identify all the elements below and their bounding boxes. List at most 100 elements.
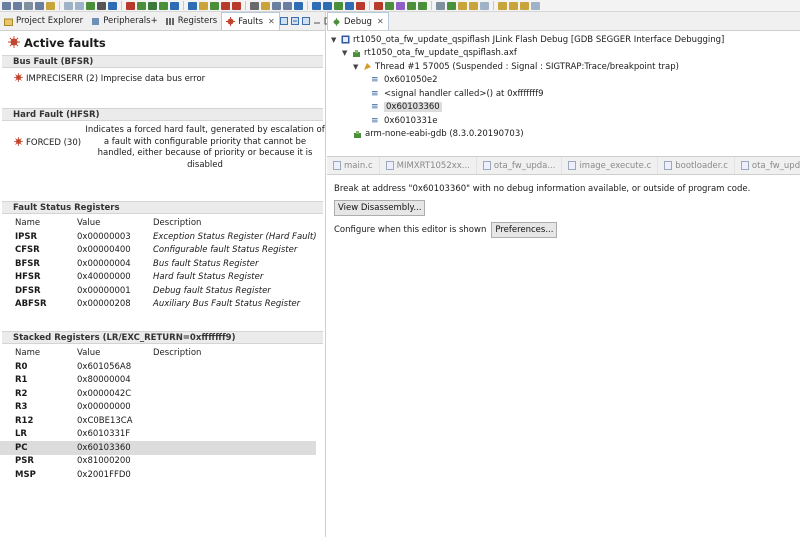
toolbar-icon[interactable] <box>250 1 259 10</box>
register-name: R2 <box>15 388 28 399</box>
preferences-button[interactable]: Preferences... <box>491 222 558 238</box>
toolbar-icon[interactable] <box>272 1 281 10</box>
toolbar-icon[interactable] <box>35 1 44 10</box>
toolbar-icon[interactable] <box>345 1 354 10</box>
close-tab-icon[interactable]: ✕ <box>268 17 275 26</box>
toolbar-icon[interactable] <box>159 1 168 10</box>
minimize-icon[interactable] <box>313 17 321 25</box>
table-row[interactable]: BFSR 0x00000004 Bus fault Status Register <box>0 257 318 271</box>
toolbar-icon[interactable] <box>520 1 529 10</box>
layout-icon[interactable] <box>279 17 288 25</box>
toolbar-icon[interactable] <box>261 1 270 10</box>
faults-panel: Project Explorer Peripherals+ Registers … <box>0 12 332 537</box>
table-row[interactable]: R2 0x0000042C <box>0 387 316 401</box>
register-value: 0x00000001 <box>77 285 131 296</box>
tree-stack-frame[interactable]: ≡ <signal handler called>() at 0xfffffff9 <box>327 87 800 101</box>
toolbar-icon[interactable] <box>210 1 219 10</box>
editor-tab[interactable]: ota_fw_upda... <box>477 157 563 174</box>
toolbar-icon[interactable] <box>294 1 303 10</box>
register-name: R1 <box>15 375 28 386</box>
toolbar-icon[interactable] <box>64 1 73 10</box>
toolbar-icon[interactable] <box>312 1 321 10</box>
toolbar-icon[interactable] <box>13 1 22 10</box>
toolbar-icon[interactable] <box>531 1 540 10</box>
toolbar-icon[interactable] <box>137 1 146 10</box>
toolbar-icon[interactable] <box>221 1 230 10</box>
toolbar-icon[interactable] <box>108 1 117 10</box>
table-row[interactable]: MSP 0x2001FFD0 <box>0 468 316 482</box>
toolbar-icon[interactable] <box>170 1 179 10</box>
toolbar-icon[interactable] <box>498 1 507 10</box>
toolbar-icon[interactable] <box>396 1 405 10</box>
table-row[interactable]: ABFSR 0x00000208 Auxiliary Bus Fault Statu… <box>0 298 318 312</box>
table-row[interactable]: IPSR 0x00000003 Exception Status Register … <box>0 230 318 244</box>
expand-icon[interactable]: ▼ <box>331 36 338 44</box>
toolbar-icon[interactable] <box>447 1 456 10</box>
table-row[interactable]: R3 0x00000000 <box>0 401 316 415</box>
tab-faults[interactable]: Faults ✕ <box>221 12 280 30</box>
toolbar-separator <box>183 1 184 10</box>
toolbar-icon[interactable] <box>188 1 197 10</box>
table-row[interactable]: LR 0x6010331F <box>0 428 316 442</box>
tree-stack-frame[interactable]: ≡ 0x6010331e <box>327 114 800 128</box>
table-row[interactable]: PSR 0x81000200 <box>0 455 316 469</box>
toolbar-icon[interactable] <box>24 1 33 10</box>
toolbar-icon[interactable] <box>509 1 518 10</box>
table-row[interactable]: R0 0x601056A8 <box>0 360 316 374</box>
tab-debug[interactable]: Debug ✕ <box>327 12 389 30</box>
toolbar-icon[interactable] <box>356 1 365 10</box>
toolbar-icon[interactable] <box>199 1 208 10</box>
toolbar-icon[interactable] <box>480 1 489 10</box>
toolbar-icon[interactable] <box>86 1 95 10</box>
tree-stack-frame[interactable]: ≡ 0x60103360 <box>327 101 800 115</box>
close-tab-icon[interactable]: ✕ <box>377 17 384 26</box>
toolbar-icon[interactable] <box>407 1 416 10</box>
refresh-icon[interactable] <box>301 17 310 25</box>
toolbar-icon[interactable] <box>385 1 394 10</box>
table-row[interactable]: R1 0x80000004 <box>0 374 316 388</box>
editor-tab[interactable]: bootloader.c <box>658 157 735 174</box>
tree-launch[interactable]: ▼ rt1050_ota_fw_update_qspiflash JLink F… <box>327 33 800 47</box>
tree-stack-frame[interactable]: ≡ 0x601050e2 <box>327 74 800 88</box>
collapse-icon[interactable] <box>290 17 299 25</box>
toolbar-icon[interactable] <box>232 1 241 10</box>
toolbar-icon[interactable] <box>2 1 11 10</box>
toolbar-icon[interactable] <box>374 1 383 10</box>
toolbar-icon[interactable] <box>97 1 106 10</box>
table-row[interactable]: R12 0xC0BE13CA <box>0 414 316 428</box>
tree-elf[interactable]: ▼ rt1050_ota_fw_update_qspiflash.axf <box>327 47 800 61</box>
editor-tab[interactable]: ota_fw_upda... <box>735 157 800 174</box>
toolbar-icon[interactable] <box>126 1 135 10</box>
table-row[interactable]: HFSR 0x40000000 Hard fault Status Register <box>0 271 318 285</box>
bus-fault-text: IMPRECISERR (2) Imprecise data bus error <box>26 74 206 84</box>
toolbar-icon[interactable] <box>323 1 332 10</box>
register-name: BFSR <box>15 258 40 269</box>
editor-tab[interactable]: image_execute.c <box>562 157 659 174</box>
toolbar-icon[interactable] <box>458 1 467 10</box>
table-row[interactable]: PC 0x60103360 <box>0 441 316 455</box>
toolbar-icon[interactable] <box>283 1 292 10</box>
view-disassembly-button[interactable]: View Disassembly... <box>334 200 426 216</box>
tree-gdb[interactable]: arm-none-eabi-gdb (8.3.0.20190703) <box>327 128 800 142</box>
editor-tab-label: bootloader.c <box>675 160 728 171</box>
debug-tree: ▼ rt1050_ota_fw_update_qspiflash JLink F… <box>327 31 800 141</box>
expand-icon[interactable]: ▼ <box>342 49 349 57</box>
toolbar-icon[interactable] <box>334 1 343 10</box>
tab-registers[interactable]: Registers <box>162 12 221 30</box>
editor-tab[interactable]: MIMXRT1052xx... <box>380 157 477 174</box>
tab-project-explorer[interactable]: Project Explorer <box>0 12 87 30</box>
toolbar-icon[interactable] <box>436 1 445 10</box>
toolbar-icon[interactable] <box>148 1 157 10</box>
table-row[interactable]: DFSR 0x00000001 Debug fault Status Registe… <box>0 284 318 298</box>
expand-icon[interactable]: ▼ <box>353 63 360 71</box>
tab-label: Registers <box>177 16 218 26</box>
editor-tab[interactable]: main.c <box>327 157 380 174</box>
stack-frame-icon: ≡ <box>371 102 379 113</box>
tree-thread[interactable]: ▼ Thread #1 57005 (Suspended : Signal : … <box>327 60 800 74</box>
toolbar-icon[interactable] <box>469 1 478 10</box>
toolbar-icon[interactable] <box>46 1 55 10</box>
toolbar-icon[interactable] <box>75 1 84 10</box>
toolbar-icon[interactable] <box>418 1 427 10</box>
tab-peripherals[interactable]: Peripherals+ <box>87 12 162 30</box>
table-row[interactable]: CFSR 0x00000400 Configurable fault Status … <box>0 244 318 258</box>
